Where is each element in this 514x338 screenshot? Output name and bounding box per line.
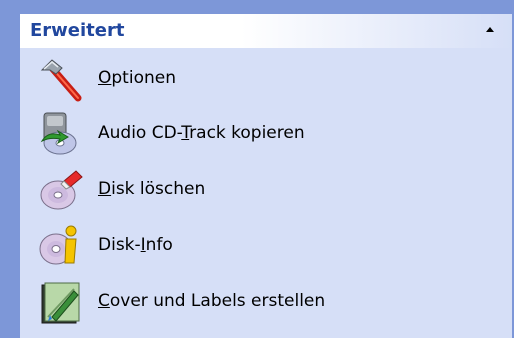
- cover-label-icon: [38, 279, 84, 325]
- panel-header[interactable]: Erweitert: [20, 14, 512, 48]
- item-label: Cover und Labels erstellen: [98, 291, 326, 311]
- item-disk-loeschen[interactable]: Disk löschen: [34, 165, 494, 215]
- item-cover-und-labels-erstellen[interactable]: Cover und Labels erstellen: [34, 277, 494, 327]
- collapse-button[interactable]: [478, 18, 502, 42]
- audio-cd-copy-icon: [38, 111, 84, 157]
- item-label: Audio CD-Track kopieren: [98, 123, 305, 143]
- panel-title: Erweitert: [30, 20, 125, 41]
- item-label: Disk-Info: [98, 235, 173, 255]
- panel-body: Optionen Audio CD-Track kopieren Disk lö…: [20, 48, 512, 338]
- hammer-icon: [38, 56, 84, 102]
- task-panel-frame: Erweitert Optionen Audio CD-Track kopier…: [0, 0, 514, 338]
- item-optionen[interactable]: Optionen: [34, 54, 494, 104]
- erase-disc-icon: [38, 167, 84, 213]
- item-audio-cd-track-kopieren[interactable]: Audio CD-Track kopieren: [34, 109, 494, 159]
- item-label: Disk löschen: [98, 179, 206, 199]
- disc-info-icon: [38, 223, 84, 269]
- item-label: Optionen: [98, 68, 176, 88]
- chevron-up-icon: [478, 18, 502, 42]
- item-disk-info[interactable]: Disk-Info: [34, 221, 494, 271]
